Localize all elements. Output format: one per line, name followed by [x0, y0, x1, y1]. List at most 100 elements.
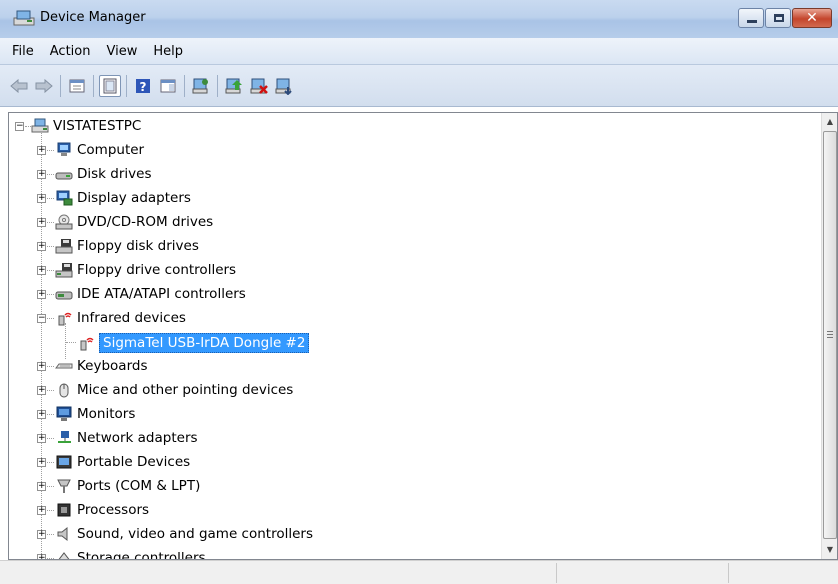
computer-network-icon [31, 118, 49, 133]
vertical-scrollbar[interactable]: ▲ ▼ [821, 113, 837, 559]
window-title: Device Manager [40, 10, 146, 25]
tree-guide [66, 342, 76, 343]
menu-view[interactable]: View [98, 41, 145, 62]
category-label: DVD/CD-ROM drives [77, 214, 214, 230]
tree-guide [47, 462, 54, 463]
port-icon [57, 479, 71, 493]
action-pane-button[interactable] [157, 75, 179, 97]
disk-drive-icon [55, 172, 73, 180]
tree-guide [47, 294, 54, 295]
tree-guide [47, 486, 54, 487]
back-arrow-icon [10, 78, 28, 93]
collapse-root-toggle[interactable]: − [15, 122, 24, 131]
scroll-up-button[interactable]: ▲ [822, 113, 837, 130]
grip-line [827, 337, 833, 338]
category-label: Floppy drive controllers [77, 262, 237, 278]
scroll-thumb[interactable] [823, 131, 837, 539]
forward-arrow-icon [35, 78, 53, 93]
expand-toggle[interactable]: + [37, 458, 46, 467]
update-driver-icon [225, 78, 242, 93]
infrared-icon [58, 312, 72, 326]
scroll-down-button[interactable]: ▼ [822, 541, 837, 558]
scan-hardware-button[interactable] [190, 75, 212, 97]
expand-toggle[interactable]: + [37, 290, 46, 299]
category-label: Network adapters [77, 430, 198, 446]
expand-toggle[interactable]: + [37, 170, 46, 179]
uninstall-button[interactable] [248, 75, 270, 97]
scan-hardware-icon [192, 78, 208, 93]
tree-guide [47, 510, 54, 511]
expand-toggle[interactable]: + [37, 410, 46, 419]
expand-toggle[interactable]: + [37, 530, 46, 539]
category-label: Monitors [77, 406, 136, 422]
help-button[interactable]: ? [132, 75, 154, 97]
tree-guide [47, 222, 54, 223]
menu-action[interactable]: Action [42, 41, 99, 62]
forward-button[interactable] [33, 75, 55, 97]
toolbar-separator [60, 74, 61, 97]
processor-icon [57, 503, 71, 517]
category-label: Infrared devices [77, 310, 186, 326]
computer-icon [57, 142, 71, 156]
disable-icon [275, 78, 292, 95]
toolbar-separator [217, 74, 218, 97]
root-label: VISTATESTPC [53, 118, 142, 134]
close-button[interactable]: ✕ [792, 8, 832, 28]
tree-guide [65, 323, 66, 359]
mouse-icon [59, 383, 69, 398]
maximize-icon [774, 14, 784, 22]
expand-toggle[interactable]: + [37, 482, 46, 491]
tree-guide [47, 150, 54, 151]
category-label: Floppy disk drives [77, 238, 199, 254]
help-icon: ? [136, 78, 150, 94]
network-adapter-icon [58, 431, 71, 443]
tree-guide [47, 366, 54, 367]
disable-button[interactable] [273, 75, 295, 97]
properties-button[interactable] [66, 75, 88, 97]
ide-controller-icon [55, 291, 73, 300]
category-label: Storage controllers [77, 550, 206, 560]
monitor-icon [56, 406, 72, 421]
tree-guide [47, 246, 54, 247]
tree-guide [47, 390, 54, 391]
menu-help[interactable]: Help [145, 41, 191, 62]
category-label: Mice and other pointing devices [77, 382, 294, 398]
show-console-tree-button[interactable] [99, 74, 121, 97]
back-button[interactable] [8, 75, 30, 97]
expand-toggle[interactable]: + [37, 242, 46, 251]
category-label: Sound, video and game controllers [77, 526, 313, 542]
dvd-drive-icon [55, 214, 73, 230]
status-pane [728, 563, 838, 583]
menu-file[interactable]: File [4, 41, 42, 62]
expand-toggle[interactable]: + [37, 146, 46, 155]
floppy-controller-icon [55, 263, 73, 278]
expand-toggle[interactable]: + [37, 194, 46, 203]
device-manager-icon [13, 10, 35, 26]
expand-toggle[interactable]: + [37, 218, 46, 227]
category-label: Display adapters [77, 190, 191, 206]
maximize-button[interactable] [765, 8, 791, 28]
minimize-button[interactable] [738, 8, 764, 28]
category-label: Processors [77, 502, 150, 518]
expand-toggle[interactable]: + [37, 506, 46, 515]
tree-guide [47, 558, 54, 559]
toolbar-separator [184, 74, 185, 97]
expand-toggle[interactable]: + [37, 266, 46, 275]
tree-guide [47, 534, 54, 535]
collapse-toggle[interactable]: − [37, 314, 46, 323]
category-label: Disk drives [77, 166, 152, 182]
update-driver-button[interactable] [223, 75, 245, 97]
device-tree[interactable]: − VISTATESTPC + Computer + Disk drives +… [9, 113, 837, 560]
tree-guide [47, 414, 54, 415]
status-bar [0, 560, 838, 584]
tree-guide [47, 318, 54, 319]
expand-toggle[interactable]: + [37, 434, 46, 443]
tree-guide [47, 174, 54, 175]
expand-toggle[interactable]: + [37, 386, 46, 395]
svg-text:?: ? [140, 80, 147, 94]
expand-toggle[interactable]: + [37, 362, 46, 371]
toolbar-separator [126, 74, 127, 97]
category-label: IDE ATA/ATAPI controllers [77, 286, 246, 302]
show-console-tree-icon [103, 78, 117, 93]
tree-guide [47, 198, 54, 199]
